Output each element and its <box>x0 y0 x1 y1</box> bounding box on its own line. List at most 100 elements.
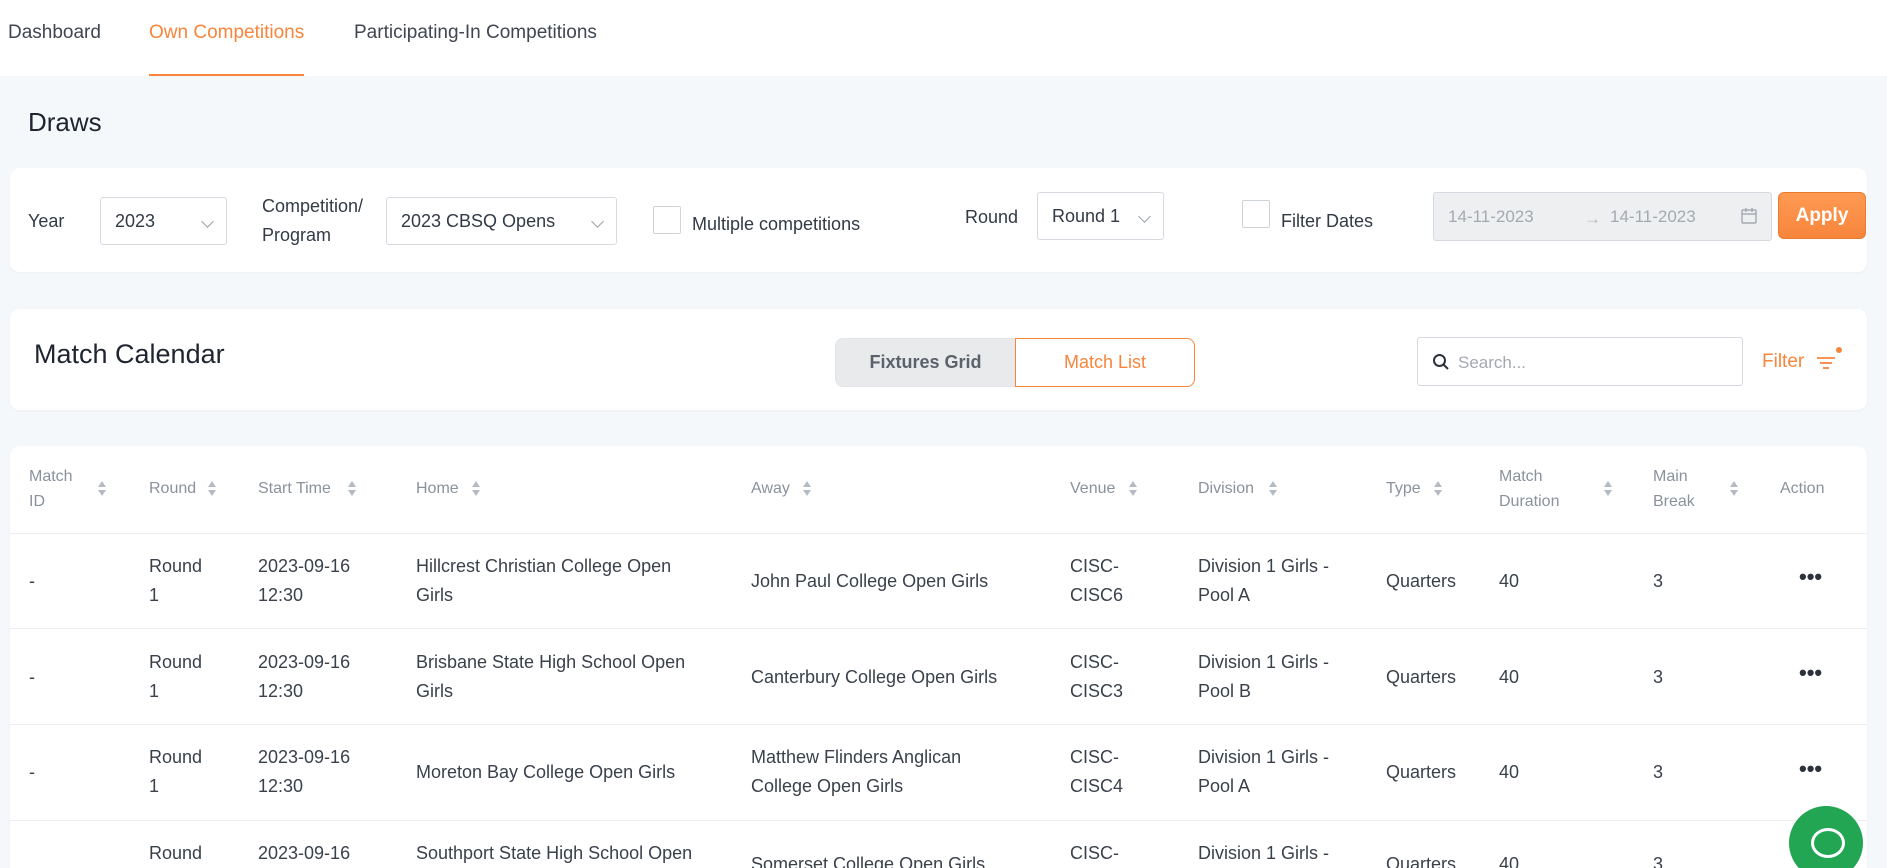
cell-match-id: - <box>29 762 35 782</box>
filter-dates-checkbox[interactable] <box>1242 200 1270 228</box>
sort-icon[interactable] <box>1603 481 1613 497</box>
cell-round: Round 1 <box>149 648 202 706</box>
cell-division-l1: Division 1 Girls - <box>1198 556 1330 576</box>
calendar-icon <box>1741 208 1757 224</box>
cell-match-duration: 40 <box>1499 854 1520 868</box>
year-select[interactable]: 2023 <box>100 197 227 245</box>
page-title: Draws <box>28 107 102 137</box>
cell-away: Matthew Flinders Anglican College Open Gi… <box>751 743 961 801</box>
date-from: 14-11-2023 <box>1448 207 1534 226</box>
cell-start-time: 2023-09-16 12:30 <box>258 648 350 706</box>
search-placeholder: Search... <box>1458 353 1527 372</box>
filter-dates-label: Filter Dates <box>1281 211 1374 231</box>
col-home[interactable]: Home <box>416 476 459 501</box>
sort-icon[interactable] <box>1268 481 1278 497</box>
cell-match-id: - <box>29 667 35 687</box>
cell-venue-l2: CISC4 <box>1070 776 1124 796</box>
cell-home: Hillcrest Christian College Open Girls <box>416 552 671 610</box>
col-match-duration-l1: Match <box>1499 468 1543 485</box>
col-match-id-l1: Match <box>29 468 73 485</box>
cell-round-l1: Round <box>149 747 203 767</box>
cell-start-time: 2023-09-16 12:30 <box>258 552 350 610</box>
competition-label: Competition/ <box>262 196 364 216</box>
cell-round-l2: 1 <box>149 681 160 701</box>
search-input[interactable]: Search... <box>1417 337 1743 386</box>
sort-icon[interactable] <box>471 481 481 497</box>
col-type[interactable]: Type <box>1386 476 1421 501</box>
sort-icon[interactable] <box>207 481 217 497</box>
fixtures-grid-toggle[interactable]: Fixtures Grid <box>835 338 1016 387</box>
cell-round-l1: Round <box>149 556 203 576</box>
date-range-picker[interactable]: 14-11-2023 → 14-11-2023 <box>1433 192 1772 241</box>
cell-main-break: 3 <box>1653 667 1664 687</box>
sort-icon[interactable] <box>1128 481 1138 497</box>
col-division[interactable]: Division <box>1198 476 1254 501</box>
date-arrow-icon: → <box>1584 209 1601 228</box>
cell-away-l2: College Open Girls <box>751 776 904 796</box>
tab-own-competitions[interactable]: Own Competitions <box>149 22 305 76</box>
cell-match-duration: 40 <box>1499 762 1520 782</box>
cell-home: Brisbane State High School Open Girls <box>416 648 685 706</box>
cell-division-l2: Pool A <box>1198 585 1251 605</box>
col-away[interactable]: Away <box>751 476 790 501</box>
col-match-duration-l2: Duration <box>1499 493 1560 510</box>
competition-label-program: Program <box>262 225 332 245</box>
cell-division-l2: Pool B <box>1198 681 1252 701</box>
cell-round-l1: Round <box>149 652 203 672</box>
sort-icon[interactable] <box>347 481 357 497</box>
cell-division: Division 1 Girls - Pool A <box>1198 743 1329 801</box>
cell-division: Division 1 Girls - Pool A <box>1198 552 1329 610</box>
cell-start-time: 2023-09-16 12:30 <box>258 743 350 801</box>
cell-away-l1: Matthew Flinders Anglican <box>751 747 962 767</box>
cell-venue-l2: CISC3 <box>1070 681 1124 701</box>
cell-home-l2: Girls <box>416 681 453 701</box>
sort-icon[interactable] <box>1433 481 1443 497</box>
round-label: Round <box>965 207 1019 227</box>
tab-dashboard[interactable]: Dashboard <box>8 22 101 76</box>
more-actions-icon[interactable]: ••• <box>1799 564 1822 590</box>
round-select[interactable]: Round 1 <box>1037 192 1164 240</box>
multiple-competitions-checkbox[interactable] <box>653 206 681 234</box>
cell-division-l1: Division 1 Girls - <box>1198 747 1330 767</box>
col-venue[interactable]: Venue <box>1070 476 1115 501</box>
multiple-competitions-label: Multiple competitions <box>692 214 861 234</box>
more-actions-icon[interactable]: ••• <box>1799 756 1822 782</box>
col-round[interactable]: Round <box>149 476 196 501</box>
sort-icon[interactable] <box>1729 481 1739 497</box>
filter-button[interactable]: Filter <box>1762 351 1835 373</box>
col-main-break[interactable]: Main Break <box>1653 464 1695 514</box>
cell-match-duration: 40 <box>1499 571 1520 591</box>
year-value: 2023 <box>115 211 156 231</box>
cell-away: John Paul College Open Girls <box>751 571 989 591</box>
filter-label: Filter <box>1762 351 1805 372</box>
apply-button[interactable]: Apply <box>1778 192 1866 239</box>
row-divider <box>10 533 1867 534</box>
cell-home-l2: Girls <box>416 585 453 605</box>
tab-participating-competitions[interactable]: Participating-In Competitions <box>354 22 597 76</box>
cell-division: Division 1 Girls - Pool B <box>1198 648 1329 706</box>
top-nav: Dashboard Own Competitions Participating… <box>0 0 1887 76</box>
row-divider <box>10 724 1867 725</box>
cell-match-id: - <box>29 571 35 591</box>
cell-division: Division 1 Girls - <box>1198 843 1330 863</box>
filter-icon <box>1817 357 1835 369</box>
competition-select[interactable]: 2023 CBSQ Opens <box>386 197 617 245</box>
row-divider <box>10 628 1867 629</box>
cell-type: Quarters <box>1386 667 1457 687</box>
col-start-time[interactable]: Start Time <box>258 476 331 501</box>
cell-round: Round 1 <box>149 743 202 801</box>
sort-icon[interactable] <box>802 481 812 497</box>
match-list-toggle[interactable]: Match List <box>1015 338 1195 387</box>
cell-venue-l1: CISC- <box>1070 652 1119 672</box>
cell-venue: CISC- CISC6 <box>1070 552 1123 610</box>
col-match-duration[interactable]: Match Duration <box>1499 464 1559 514</box>
sort-icon[interactable] <box>97 481 107 497</box>
cell-main-break: 3 <box>1653 571 1664 591</box>
search-icon <box>1433 354 1449 370</box>
cell-type: Quarters <box>1386 762 1457 782</box>
cell-away: Canterbury College Open Girls <box>751 667 998 687</box>
chevron-down-icon <box>1138 210 1151 223</box>
more-actions-icon[interactable]: ••• <box>1799 660 1822 686</box>
col-main-break-l2: Break <box>1653 493 1695 510</box>
col-match-id[interactable]: Match ID <box>29 464 73 514</box>
